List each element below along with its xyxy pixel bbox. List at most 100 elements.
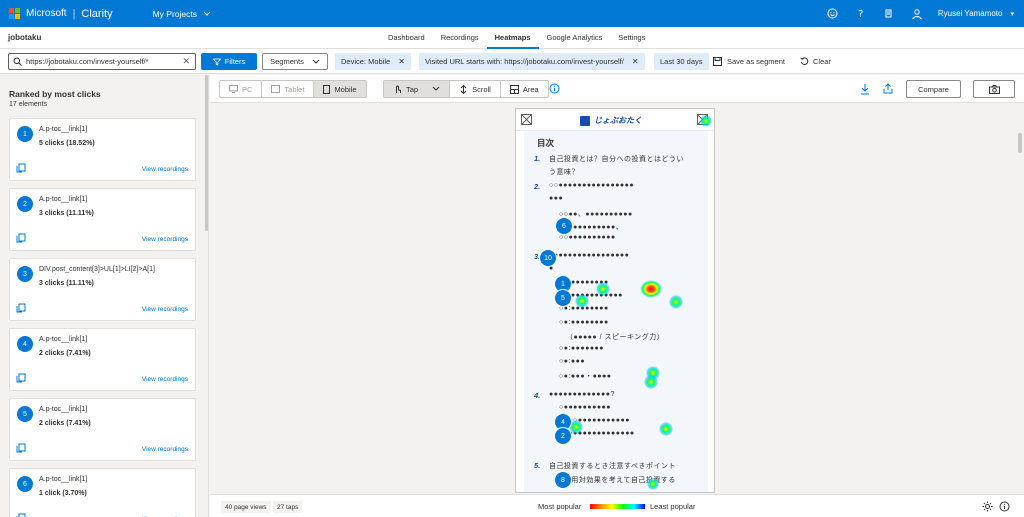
compare-button[interactable]: Compare bbox=[906, 80, 961, 98]
device-tablet-button[interactable]: Tablet bbox=[262, 81, 315, 97]
download-icon[interactable] bbox=[859, 83, 871, 95]
area-icon bbox=[509, 84, 519, 94]
filters-button-label: Filters bbox=[224, 57, 246, 66]
copy-icon[interactable] bbox=[16, 163, 26, 173]
save-segment-label: Save as segment bbox=[727, 57, 785, 66]
mode-area-button[interactable]: Area bbox=[501, 81, 548, 97]
tab-dashboard[interactable]: Dashboard bbox=[380, 27, 433, 49]
info-icon[interactable] bbox=[549, 83, 560, 94]
heatmap-mode-switcher: Tap Scroll Area bbox=[383, 80, 549, 98]
user-menu-chevron-icon[interactable]: ▾ bbox=[1010, 10, 1014, 18]
click-rank-badge[interactable]: 10 bbox=[539, 249, 557, 267]
heat-spot bbox=[700, 115, 712, 127]
copy-icon[interactable] bbox=[16, 233, 26, 243]
copy-icon[interactable] bbox=[16, 373, 26, 383]
clear-label: Clear bbox=[813, 57, 831, 66]
segments-dropdown[interactable]: Segments bbox=[262, 53, 328, 70]
rank-badge: 6 bbox=[17, 476, 33, 492]
copy-icon[interactable] bbox=[16, 513, 26, 517]
tab-recordings[interactable]: Recordings bbox=[433, 27, 487, 49]
click-rank-badge[interactable]: 5 bbox=[554, 289, 572, 307]
save-icon bbox=[713, 57, 722, 66]
user-name[interactable]: Ryusei Yamamoto bbox=[938, 9, 1003, 18]
element-selector: A.p-toc__link[1] bbox=[39, 476, 88, 483]
element-selector: A.p-toc__link[1] bbox=[39, 196, 88, 203]
url-search-box[interactable]: ✕ bbox=[8, 53, 196, 70]
chevron-down-icon[interactable] bbox=[432, 86, 440, 92]
notifications-icon[interactable] bbox=[882, 7, 896, 21]
filters-button[interactable]: Filters bbox=[201, 53, 257, 70]
element-selector: A.p-toc__link[1] bbox=[39, 336, 88, 343]
rank-badge: 4 bbox=[17, 336, 33, 352]
smiley-feedback-icon[interactable] bbox=[826, 7, 840, 21]
clear-filters-button[interactable]: Clear bbox=[800, 53, 831, 70]
ranking-card[interactable]: 2 A.p-toc__link[1] 3 clicks (11.11%) Vie… bbox=[9, 188, 196, 251]
url-filter-chip[interactable]: Visited URL starts with: https://jobotak… bbox=[419, 53, 645, 70]
tab-settings[interactable]: Settings bbox=[610, 27, 653, 49]
click-count: 3 clicks (11.11%) bbox=[39, 280, 94, 287]
view-recordings-link[interactable]: View recordings bbox=[142, 376, 188, 383]
ranking-card[interactable]: 4 A.p-toc__link[1] 2 clicks (7.41%) View… bbox=[9, 328, 196, 391]
view-recordings-link[interactable]: View recordings bbox=[142, 446, 188, 453]
ranking-card[interactable]: 5 A.p-toc__link[1] 2 clicks (7.41%) View… bbox=[9, 398, 196, 461]
device-pc-label: PC bbox=[242, 84, 253, 94]
device-tablet-label: Tablet bbox=[284, 84, 305, 94]
svg-text:?: ? bbox=[858, 9, 863, 19]
ranking-list: 1 A.p-toc__link[1] 5 clicks (18.52%) Vie… bbox=[9, 118, 196, 517]
device-filter-chip[interactable]: Device: Mobile ✕ bbox=[335, 53, 411, 70]
viewer-scrollbar[interactable] bbox=[1018, 133, 1022, 153]
heat-spot bbox=[640, 280, 662, 298]
filter-row: ✕ Filters Segments Device: Mobile ✕ Visi… bbox=[0, 49, 1024, 74]
heat-spot bbox=[669, 295, 683, 309]
heatmap-toolbar: PC Tablet Mobile Tap Scroll Area Compare bbox=[210, 75, 1024, 103]
view-recordings-link[interactable]: View recordings bbox=[142, 166, 188, 173]
copy-icon[interactable] bbox=[16, 443, 26, 453]
screenshot-button[interactable] bbox=[973, 80, 1015, 98]
url-search-input[interactable] bbox=[26, 57, 176, 66]
sidebar-title: Ranked by most clicks bbox=[9, 89, 101, 99]
top-bar: Microsoft | Clarity My Projects ? Ryusei… bbox=[0, 0, 1024, 27]
brightness-icon[interactable] bbox=[982, 501, 993, 512]
save-segment-button[interactable]: Save as segment bbox=[713, 53, 785, 70]
device-mobile-label: Mobile bbox=[334, 84, 357, 94]
device-mobile-button[interactable]: Mobile bbox=[314, 81, 366, 97]
url-filter-label: Visited URL starts with: https://jobotak… bbox=[425, 57, 624, 66]
camera-icon bbox=[988, 84, 1000, 94]
click-count: 1 click (3.70%) bbox=[39, 490, 87, 497]
clear-url-icon[interactable]: ✕ bbox=[182, 56, 190, 67]
ranking-card[interactable]: 6 A.p-toc__link[1] 1 click (3.70%) View … bbox=[9, 468, 196, 517]
product-name[interactable]: Clarity bbox=[81, 8, 112, 20]
date-range-chip[interactable]: Last 30 days bbox=[654, 53, 709, 70]
click-rank-badge[interactable]: 6 bbox=[555, 217, 573, 235]
tab-heatmaps[interactable]: Heatmaps bbox=[486, 27, 539, 49]
mode-tap-button[interactable]: Tap bbox=[384, 81, 451, 97]
tab-google-analytics[interactable]: Google Analytics bbox=[539, 27, 611, 49]
click-rank-badge[interactable]: 2 bbox=[554, 427, 572, 445]
element-selector: A.p-toc__link[1] bbox=[39, 126, 88, 133]
ranking-card[interactable]: 3 DIV.post_content[3]>UL[1]>LI[2]>A[1] 3… bbox=[9, 258, 196, 321]
popularity-gradient-legend bbox=[590, 504, 645, 509]
ranking-card[interactable]: 1 A.p-toc__link[1] 5 clicks (18.52%) Vie… bbox=[9, 118, 196, 181]
help-icon[interactable]: ? bbox=[854, 7, 868, 21]
mode-scroll-label: Scroll bbox=[472, 84, 491, 94]
remove-chip-icon[interactable]: ✕ bbox=[632, 57, 639, 66]
remove-chip-icon[interactable]: ✕ bbox=[398, 57, 405, 66]
click-rank-badge[interactable]: 8 bbox=[554, 471, 572, 489]
copy-icon[interactable] bbox=[16, 303, 26, 313]
legend-least-popular: Least popular bbox=[650, 502, 696, 511]
view-recordings-link[interactable]: View recordings bbox=[142, 236, 188, 243]
info-icon[interactable] bbox=[999, 501, 1010, 512]
brand-divider: | bbox=[72, 7, 76, 20]
mode-scroll-button[interactable]: Scroll bbox=[450, 81, 501, 97]
share-icon[interactable] bbox=[882, 83, 894, 95]
rank-badge: 2 bbox=[17, 196, 33, 212]
taps-count: 27 taps bbox=[273, 501, 303, 513]
projects-menu[interactable]: My Projects bbox=[153, 9, 211, 19]
sidebar-scrollbar[interactable] bbox=[205, 75, 208, 231]
date-range-label: Last 30 days bbox=[660, 57, 703, 66]
device-pc-button[interactable]: PC bbox=[220, 81, 263, 97]
view-recordings-link[interactable]: View recordings bbox=[142, 306, 188, 313]
mobile-page-preview: じょぶおたく 目次 1. 自己投資とは？自分への投資とはどうい う意味？ 2. … bbox=[515, 108, 715, 493]
avatar-icon[interactable] bbox=[910, 7, 924, 21]
heat-spot bbox=[659, 422, 673, 436]
